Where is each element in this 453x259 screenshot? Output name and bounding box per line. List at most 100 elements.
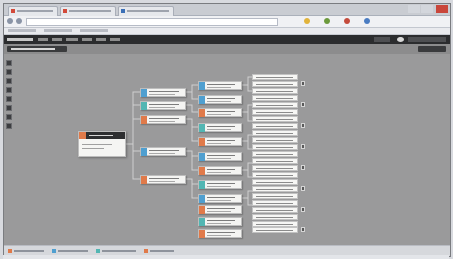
toolbar-icon[interactable] — [344, 18, 350, 24]
canvas-title[interactable] — [7, 46, 67, 52]
root-node[interactable] — [78, 131, 126, 157]
leaf-label — [256, 98, 293, 99]
leaf-node[interactable] — [252, 74, 298, 80]
app-logo[interactable] — [7, 38, 33, 41]
leaf-node[interactable] — [252, 130, 298, 136]
page-icon — [11, 9, 15, 13]
menu-item[interactable] — [52, 38, 62, 41]
back-icon[interactable] — [7, 18, 13, 24]
browser-tab-3[interactable] — [118, 6, 174, 16]
browser-tab-1[interactable] — [8, 6, 58, 16]
browser-tab-2[interactable] — [60, 6, 116, 16]
leaf-node[interactable] — [252, 186, 298, 192]
leaf-node[interactable] — [252, 207, 298, 213]
leaf-node[interactable] — [252, 81, 298, 87]
leaf-node[interactable] — [252, 102, 298, 108]
leaf-node[interactable] — [252, 214, 298, 220]
leaf-node[interactable] — [252, 227, 298, 233]
maximize-icon[interactable] — [421, 5, 433, 13]
node-badge — [199, 138, 205, 146]
sub-branch-node[interactable] — [198, 166, 242, 175]
sub-branch-node[interactable] — [198, 180, 242, 189]
canvas-action-button[interactable] — [418, 46, 446, 52]
legend-item[interactable] — [52, 249, 92, 253]
leaf-node[interactable] — [252, 109, 298, 115]
node-label — [207, 169, 235, 170]
node-subtext — [149, 121, 175, 122]
sub-branch-node[interactable] — [198, 123, 242, 132]
leaf-label — [256, 154, 293, 155]
menu-item[interactable] — [110, 38, 120, 41]
branch-node[interactable] — [140, 147, 186, 156]
forward-icon[interactable] — [16, 18, 22, 24]
sub-branch-node[interactable] — [198, 81, 242, 90]
bookmark[interactable] — [44, 29, 72, 32]
node-badge — [199, 167, 205, 175]
sub-branch-node[interactable] — [198, 95, 242, 104]
menu-item[interactable] — [38, 38, 48, 41]
root-node-text — [82, 144, 112, 145]
leaf-node[interactable] — [252, 179, 298, 185]
leaf-node[interactable] — [252, 200, 298, 206]
sub-branch-node[interactable] — [198, 217, 242, 226]
attachment-icon[interactable] — [301, 123, 305, 128]
leaf-node[interactable] — [252, 193, 298, 199]
leaf-node[interactable] — [252, 144, 298, 150]
header-button[interactable] — [374, 37, 390, 42]
close-icon[interactable] — [436, 5, 448, 13]
address-bar[interactable] — [26, 18, 278, 26]
attachment-icon[interactable] — [301, 144, 305, 149]
node-label — [207, 197, 235, 198]
branch-node[interactable] — [140, 101, 186, 110]
legend-item[interactable] — [144, 249, 178, 253]
minimize-icon[interactable] — [408, 5, 420, 13]
menu-item[interactable] — [96, 38, 106, 41]
sub-branch-node[interactable] — [198, 194, 242, 203]
attachment-icon[interactable] — [301, 207, 305, 212]
attachment-icon[interactable] — [301, 81, 305, 86]
toolbar-icon[interactable] — [304, 18, 310, 24]
leaf-node[interactable] — [252, 123, 298, 129]
legend-item[interactable] — [96, 249, 140, 253]
bookmark[interactable] — [80, 29, 108, 32]
node-subtext — [207, 129, 231, 130]
root-node-badge — [79, 132, 86, 139]
bookmark[interactable] — [8, 29, 36, 32]
leaf-node[interactable] — [252, 95, 298, 101]
sub-branch-node[interactable] — [198, 205, 242, 214]
leaf-node[interactable] — [252, 158, 298, 164]
toolbar-icon[interactable] — [364, 18, 370, 24]
node-label — [207, 126, 235, 127]
legend-item[interactable] — [8, 249, 48, 253]
sub-branch-node[interactable] — [198, 108, 242, 117]
branch-node[interactable] — [140, 175, 186, 184]
leaf-node[interactable] — [252, 88, 298, 94]
node-badge — [199, 195, 205, 203]
leaf-node[interactable] — [252, 151, 298, 157]
branch-node[interactable] — [140, 115, 186, 124]
attachment-icon[interactable] — [301, 102, 305, 107]
node-subtext — [207, 101, 231, 102]
sub-branch-node[interactable] — [198, 152, 242, 161]
attachment-icon[interactable] — [301, 227, 305, 232]
user-menu[interactable] — [408, 37, 446, 42]
mind-map-canvas[interactable] — [12, 55, 450, 246]
sub-branch-node[interactable] — [198, 229, 242, 238]
attachment-icon[interactable] — [301, 165, 305, 170]
node-subtext — [207, 223, 231, 224]
branch-node[interactable] — [140, 88, 186, 97]
toolbar-icon[interactable] — [324, 18, 330, 24]
leaf-node[interactable] — [252, 172, 298, 178]
connector — [242, 162, 252, 171]
attachment-icon[interactable] — [301, 186, 305, 191]
avatar[interactable] — [397, 37, 404, 42]
page-icon — [121, 9, 125, 13]
leaf-node[interactable] — [252, 116, 298, 122]
leaf-node[interactable] — [252, 137, 298, 143]
menu-item[interactable] — [66, 38, 78, 41]
sub-branch-node[interactable] — [198, 137, 242, 146]
leaf-label — [256, 224, 293, 225]
menu-item[interactable] — [82, 38, 92, 41]
leaf-node[interactable] — [252, 165, 298, 171]
leaf-label — [256, 203, 293, 204]
